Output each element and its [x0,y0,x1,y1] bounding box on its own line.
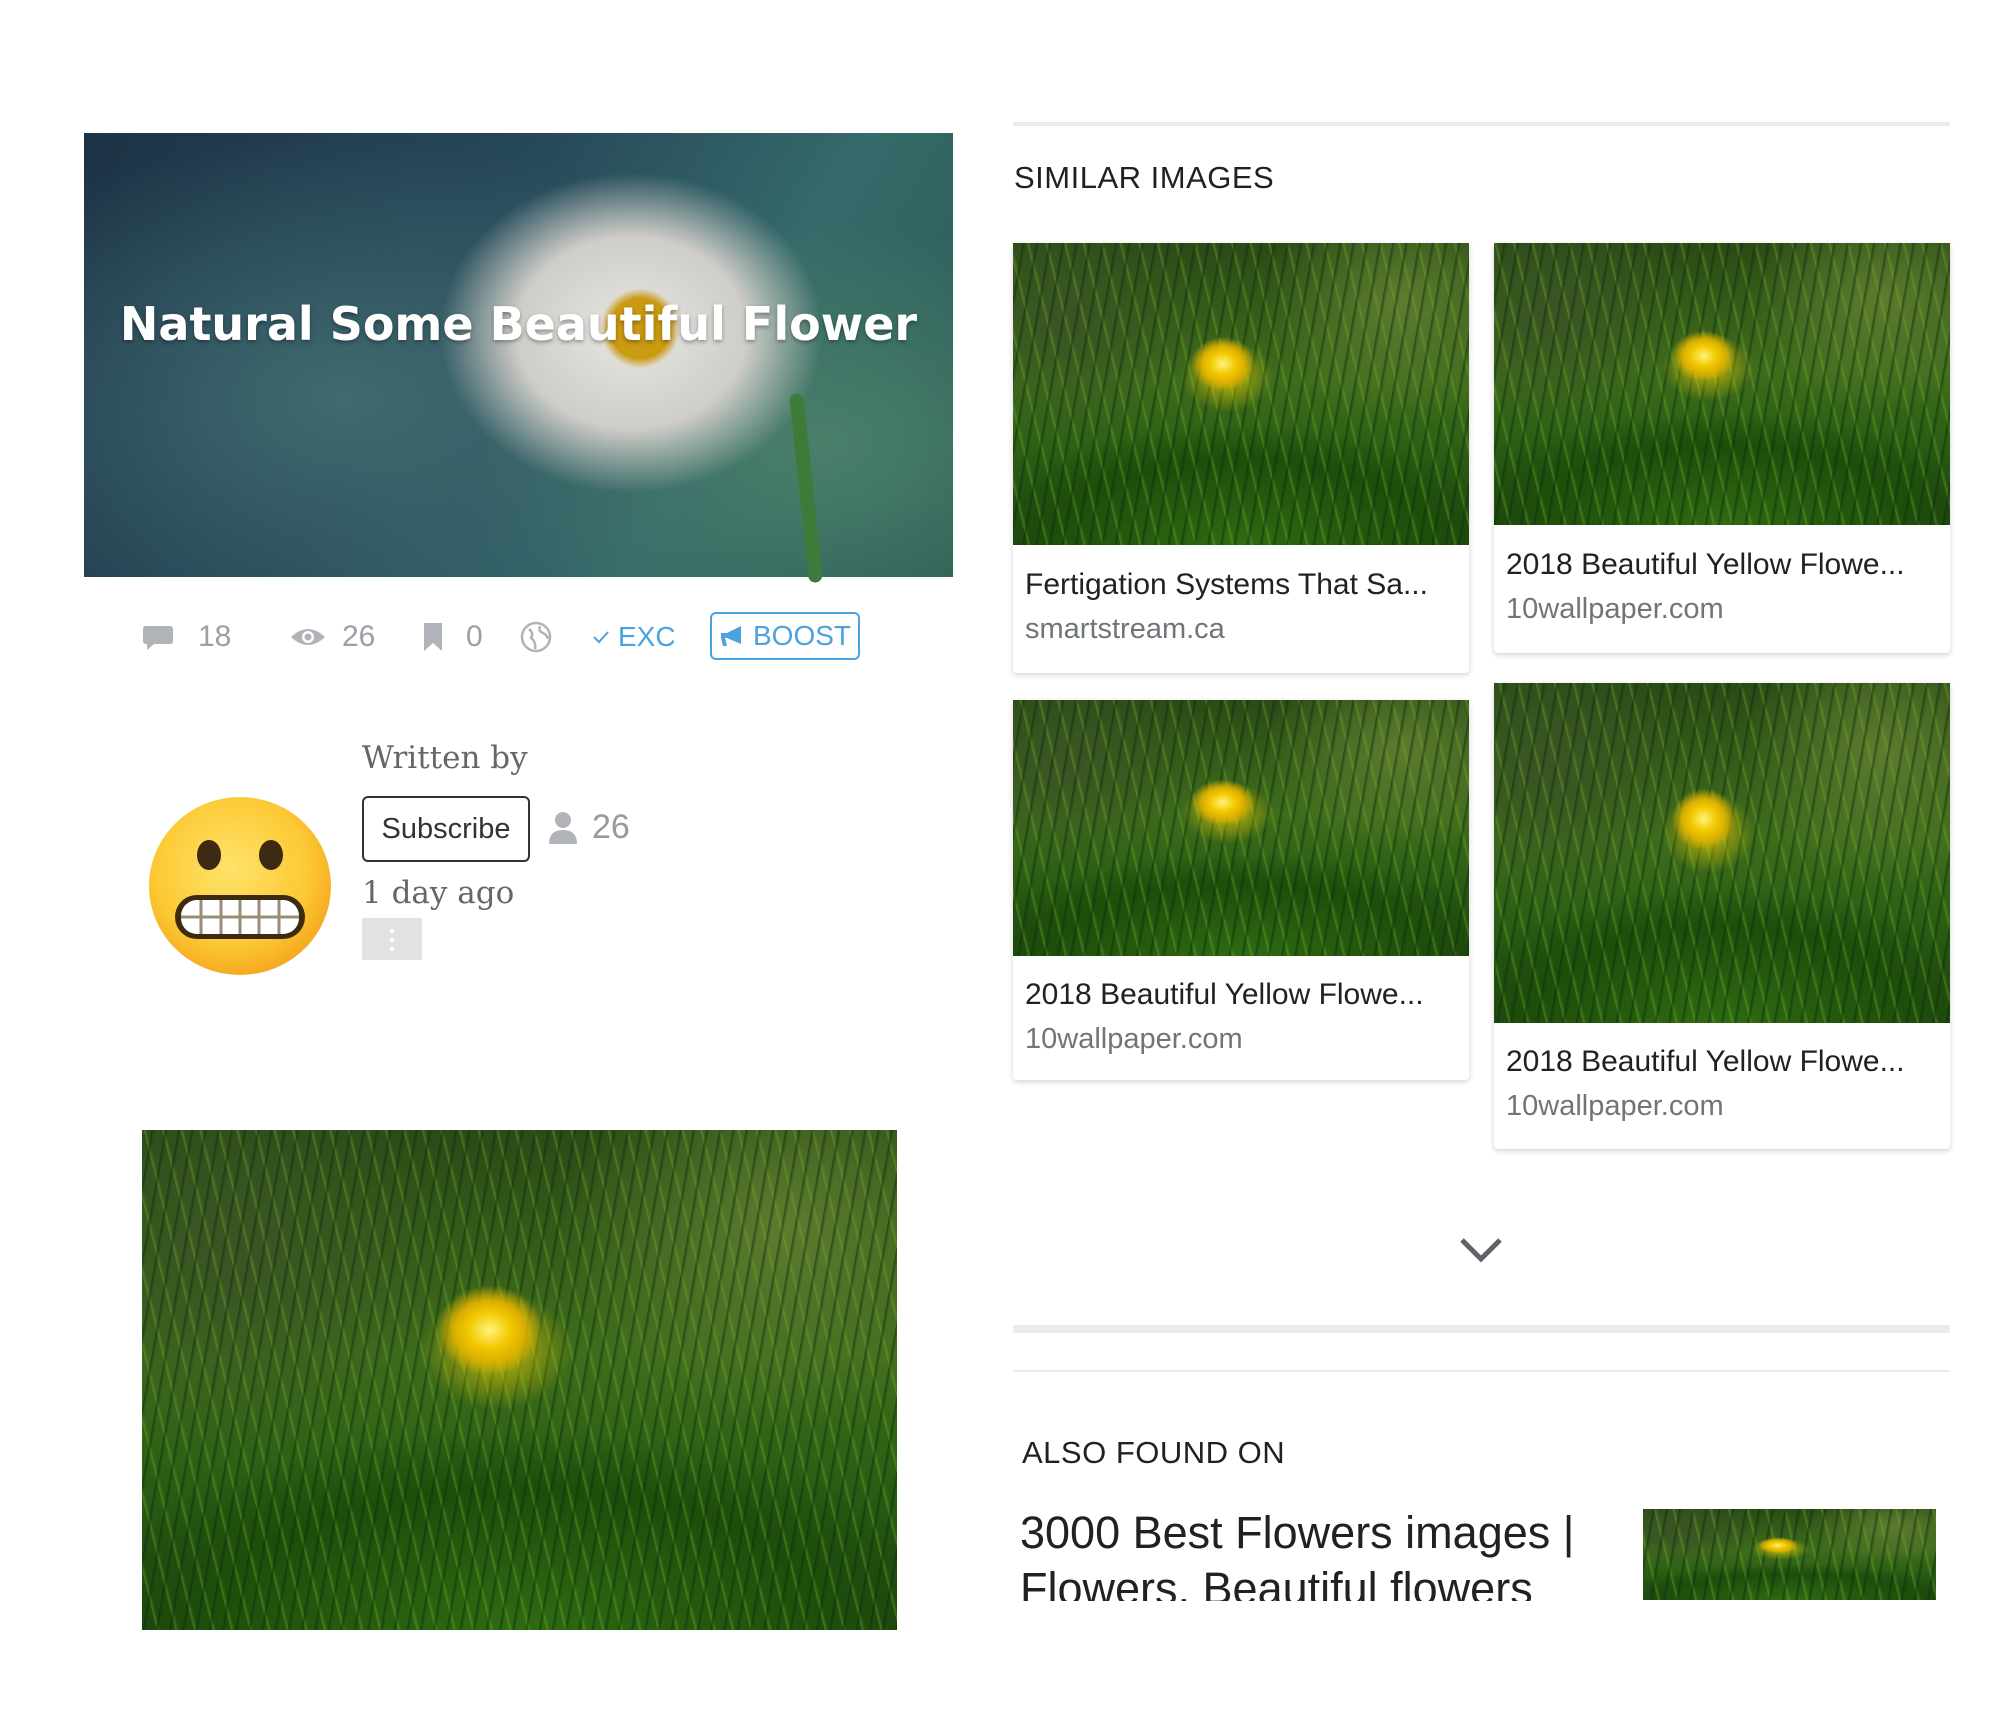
boost-label: BOOST [752,620,851,651]
bookmarks-count: 0 [466,620,483,653]
similar-image-source: 10wallpaper.com [1506,1090,1724,1122]
similar-image-card[interactable]: Fertigation Systems That Sa... smartstre… [1013,243,1469,673]
post-flower-image [142,1130,897,1630]
similar-image-card[interactable]: 2018 Beautiful Yellow Flowe... 10wallpap… [1494,243,1950,653]
section-divider [1013,122,1950,126]
subscriber-count: 26 [548,808,630,847]
subscriber-count-value: 26 [592,808,630,846]
comment-icon [143,626,173,650]
similar-image-source: 10wallpaper.com [1506,593,1724,625]
similar-image-title: 2018 Beautiful Yellow Flowe... [1506,1045,1905,1078]
globe-icon [520,621,552,653]
share-globe[interactable] [520,612,552,662]
section-divider [1013,1370,1950,1372]
similar-image-card[interactable]: 2018 Beautiful Yellow Flowe... 10wallpap… [1013,700,1469,1080]
comments-stat[interactable]: 18 [142,612,231,662]
written-by-label: Written by [362,740,528,776]
megaphone-icon [720,626,741,646]
bookmark-icon [424,623,442,651]
eye-icon [291,629,325,645]
post-title: Natural Some Beautiful Flower [119,297,918,351]
person-icon [549,811,577,844]
more-options-button[interactable]: ⋮ [362,918,422,960]
also-found-result-thumbnail[interactable] [1643,1509,1936,1600]
views-stat: 26 [290,612,375,662]
views-count: 26 [342,620,376,653]
subscribe-button[interactable]: Subscribe [362,796,530,862]
boost-button[interactable]: BOOST [710,612,860,660]
similar-image-thumbnail [1494,243,1950,525]
similar-image-source: smartstream.ca [1025,613,1225,645]
similar-image-card[interactable]: 2018 Beautiful Yellow Flowe... 10wallpap… [1494,683,1950,1149]
also-found-result-title: 3000 Best Flowers images | Flowers, Beau… [1020,1507,1575,1601]
also-found-result-link[interactable]: 3000 Best Flowers images | Flowers, Beau… [1020,1505,1620,1601]
similar-image-thumbnail [1013,700,1469,956]
hero-banner: Natural Some Beautiful Flower [84,133,953,584]
chevron-down-icon [1460,1238,1502,1263]
similar-images-heading: SIMILAR IMAGES [1014,160,1275,195]
exc-label: EXC [618,621,676,652]
similar-image-title: 2018 Beautiful Yellow Flowe... [1025,978,1424,1011]
similar-image-thumbnail [1013,243,1469,545]
exc-button[interactable]: EXC [592,612,676,662]
similar-image-title: Fertigation Systems That Sa... [1025,568,1428,601]
grimacing-face-emoji [149,797,331,975]
author-avatar[interactable] [147,795,333,977]
post-time: 1 day ago [362,875,515,911]
similar-image-thumbnail [1494,683,1950,1023]
expand-more-button[interactable] [1456,1232,1506,1268]
comments-count: 18 [198,620,232,653]
similar-image-source: 10wallpaper.com [1025,1023,1243,1055]
bookmarks-stat[interactable]: 0 [422,612,483,662]
section-divider [1013,1325,1950,1333]
also-found-on-heading: ALSO FOUND ON [1022,1435,1286,1470]
flower-stem [789,392,823,584]
check-icon [593,631,609,644]
similar-image-title: 2018 Beautiful Yellow Flowe... [1506,548,1905,581]
